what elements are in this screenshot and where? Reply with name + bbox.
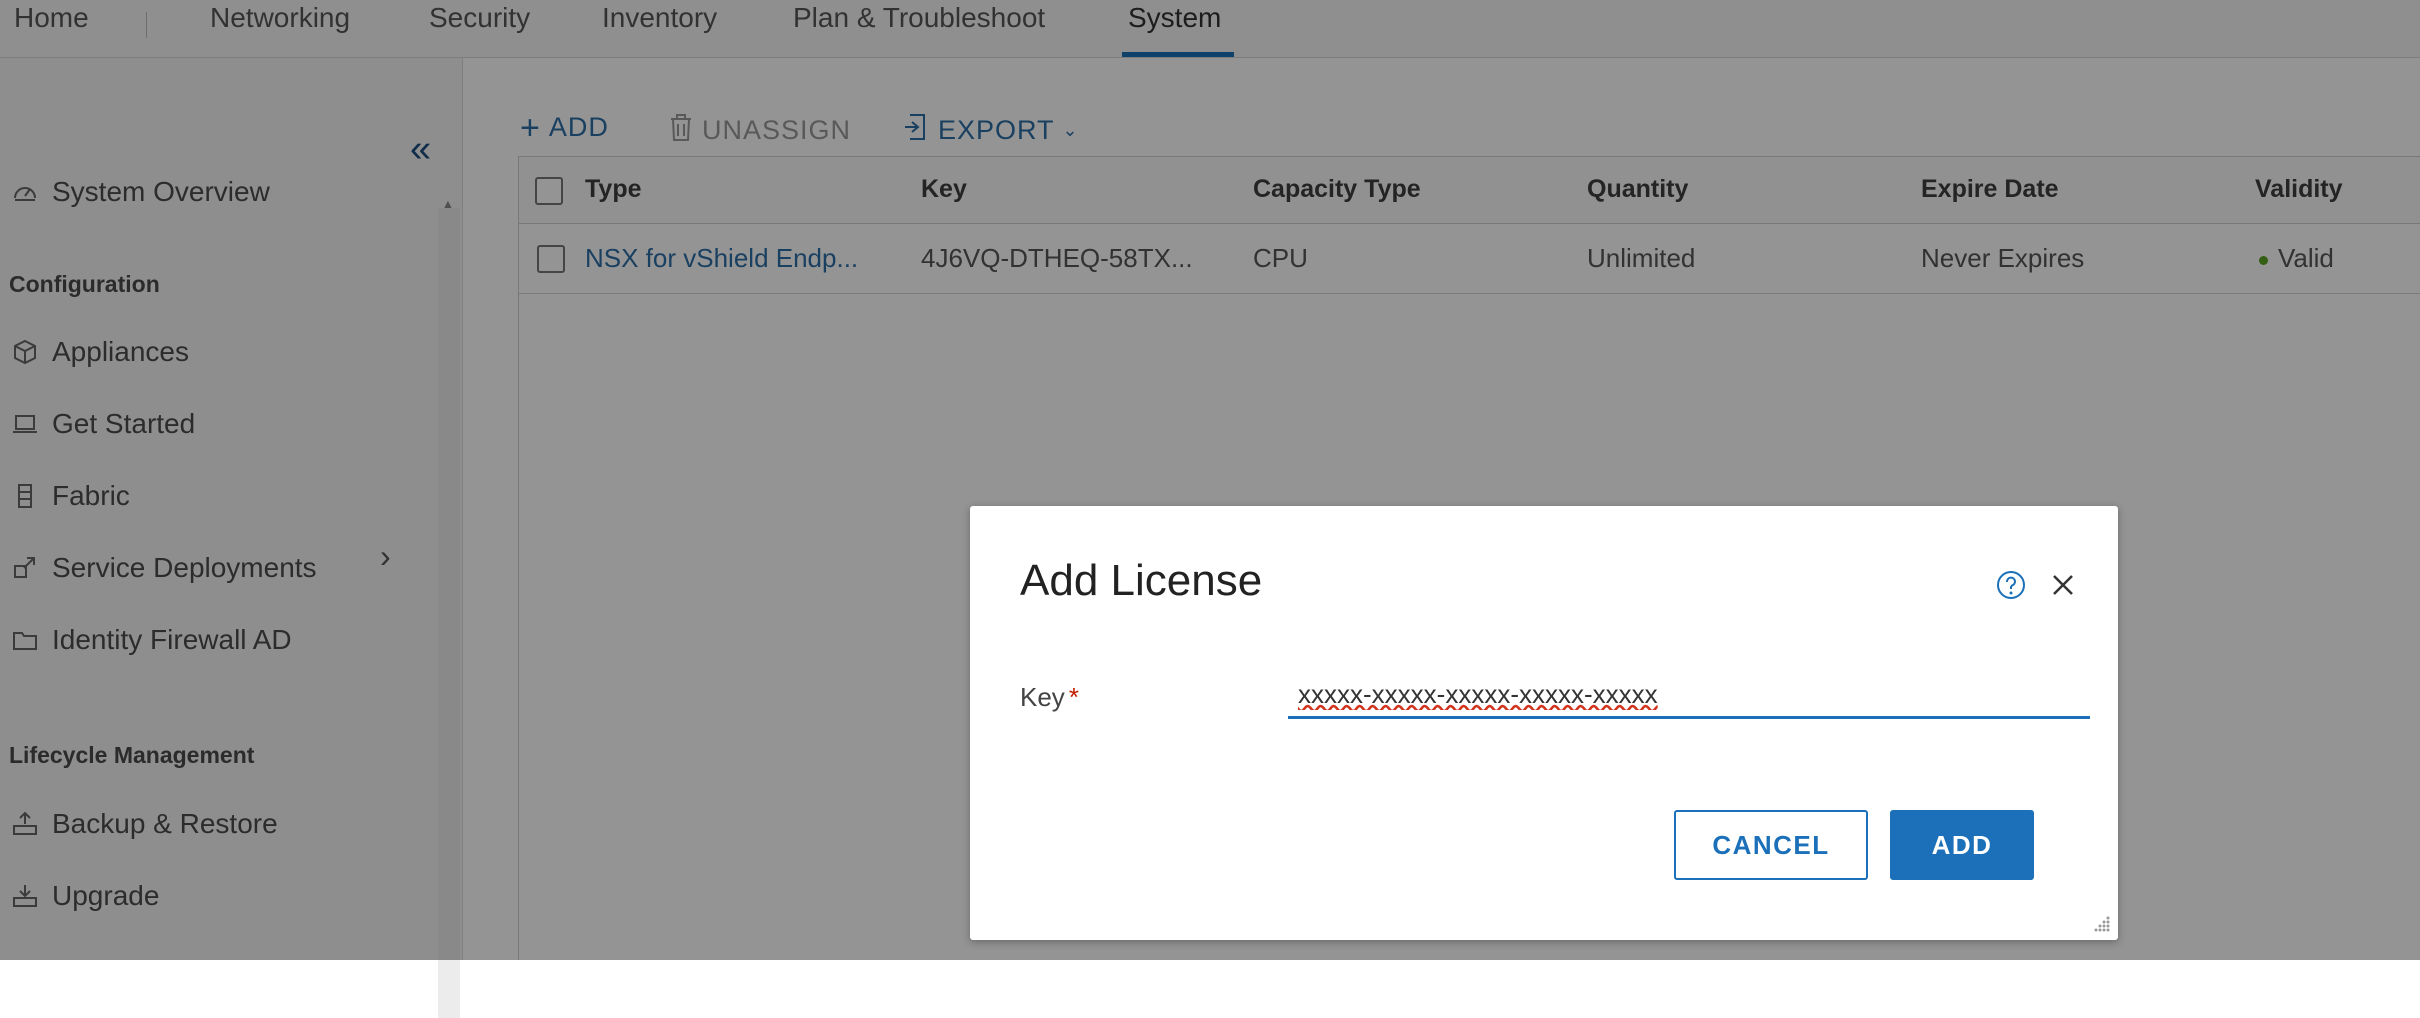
license-key-input[interactable]	[1288, 672, 2090, 719]
cancel-button[interactable]: CANCEL	[1674, 810, 1868, 880]
help-icon[interactable]	[1996, 570, 2026, 600]
add-button[interactable]: ADD	[1890, 810, 2034, 880]
resize-handle-icon[interactable]	[2092, 914, 2112, 934]
required-marker: *	[1068, 682, 1079, 712]
close-icon[interactable]	[2048, 570, 2078, 600]
add-license-dialog: Add License Key* CANCEL ADD	[970, 506, 2118, 940]
key-label-text: Key	[1020, 682, 1065, 712]
key-field-label: Key *	[1020, 682, 1079, 713]
dialog-title: Add License	[1020, 556, 1263, 605]
